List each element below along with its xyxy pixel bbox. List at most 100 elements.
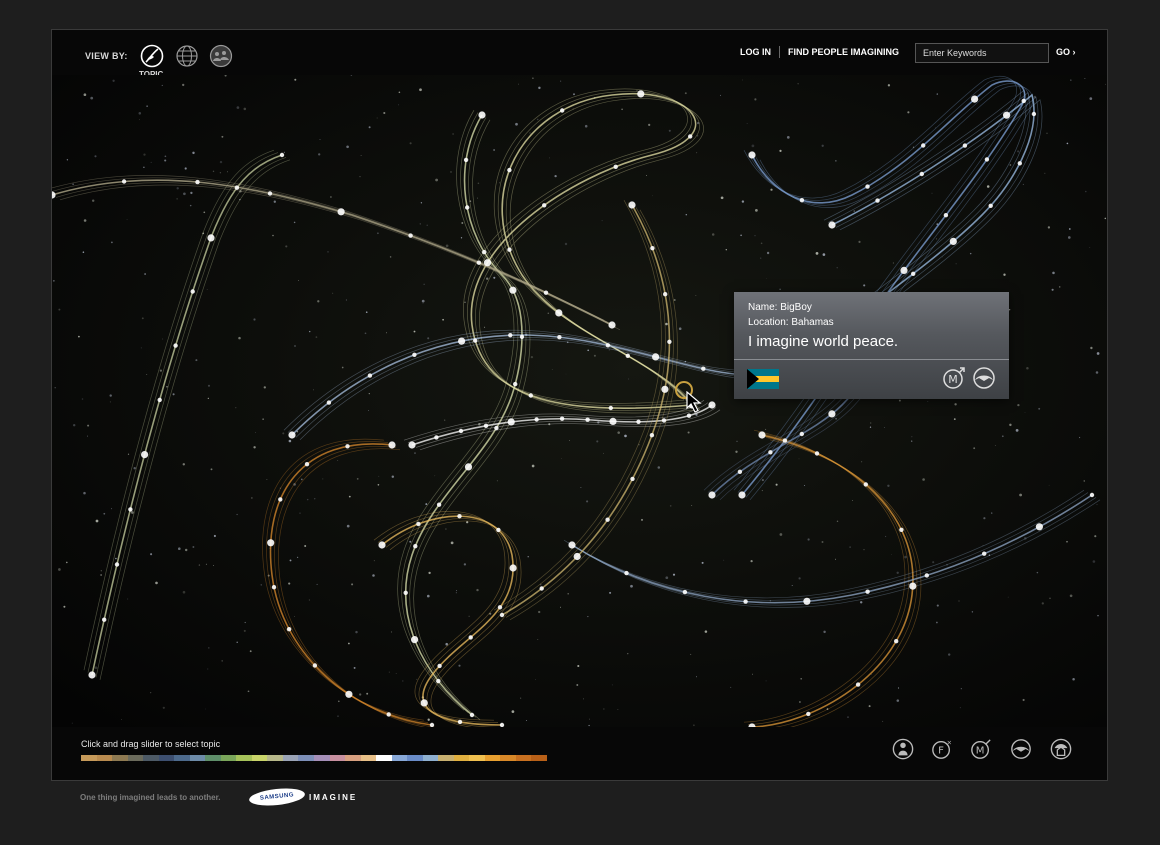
imagination-node[interactable]: [312, 663, 318, 668]
slider-segment[interactable]: [127, 755, 144, 761]
imagination-node[interactable]: [865, 184, 870, 189]
imagination-node[interactable]: [386, 712, 391, 717]
imagination-node[interactable]: [982, 551, 987, 556]
imagination-node[interactable]: [468, 635, 473, 640]
imagination-node[interactable]: [828, 410, 836, 418]
slider-segment[interactable]: [438, 755, 454, 761]
people-icon[interactable]: [209, 44, 233, 68]
imagination-node[interactable]: [482, 249, 487, 255]
imagination-node[interactable]: [509, 286, 517, 294]
imagination-node[interactable]: [507, 167, 512, 173]
imagination-node[interactable]: [971, 95, 979, 103]
imagination-node[interactable]: [434, 435, 439, 440]
imagination-node[interactable]: [457, 719, 463, 725]
person-icon[interactable]: [892, 738, 914, 760]
imagination-node[interactable]: [286, 627, 292, 632]
imagination-node[interactable]: [738, 491, 746, 499]
samsung-logo[interactable]: SAMSUNG: [248, 786, 306, 808]
imagination-node[interactable]: [102, 617, 107, 622]
imagination-node[interactable]: [828, 221, 836, 229]
imagination-node[interactable]: [605, 343, 611, 348]
imagination-node[interactable]: [758, 431, 766, 439]
imagination-node[interactable]: [708, 401, 716, 409]
globe-icon[interactable]: [175, 44, 199, 68]
imagination-node[interactable]: [271, 585, 277, 590]
imagination-node[interactable]: [408, 441, 416, 449]
imagination-node[interactable]: [911, 271, 916, 276]
imagination-node[interactable]: [499, 612, 505, 618]
imagination-node[interactable]: [508, 333, 513, 338]
imagination-node[interactable]: [408, 233, 413, 238]
imagination-node[interactable]: [1031, 111, 1037, 117]
imagination-visualization[interactable]: Name: BigBoy Location: Bahamas I imagine…: [52, 75, 1107, 727]
imagination-node[interactable]: [190, 289, 195, 294]
imagination-node[interactable]: [543, 290, 549, 295]
imagination-node[interactable]: [909, 582, 917, 590]
slider-segment[interactable]: [251, 755, 268, 761]
imagination-node[interactable]: [463, 157, 469, 163]
imagination-node[interactable]: [682, 589, 688, 595]
imagination-node[interactable]: [637, 90, 645, 98]
slider-segment[interactable]: [81, 755, 97, 761]
imagination-node[interactable]: [457, 514, 462, 519]
imagination-node[interactable]: [555, 309, 563, 317]
imagination-node[interactable]: [650, 246, 655, 251]
imagination-node[interactable]: [288, 431, 296, 439]
slider-segment[interactable]: [376, 755, 392, 761]
imagination-node[interactable]: [278, 497, 283, 502]
imagination-node[interactable]: [636, 419, 641, 424]
slider-segment[interactable]: [313, 755, 330, 761]
share-icon[interactable]: [972, 366, 996, 390]
female-icon[interactable]: F ×: [931, 738, 953, 760]
imagination-node[interactable]: [573, 552, 581, 561]
imagination-node[interactable]: [416, 521, 421, 527]
imagination-node[interactable]: [469, 712, 475, 718]
imagination-node[interactable]: [649, 433, 655, 438]
imagination-node[interactable]: [613, 164, 618, 169]
imagination-node[interactable]: [652, 353, 660, 361]
login-link[interactable]: LOG IN: [740, 47, 771, 57]
slider-segment[interactable]: [143, 755, 159, 761]
imagination-node[interactable]: [494, 425, 499, 431]
imagination-node[interactable]: [267, 539, 275, 547]
imagination-node[interactable]: [121, 179, 127, 184]
imagination-node[interactable]: [560, 108, 565, 113]
imagination-node[interactable]: [663, 292, 668, 297]
imagination-node[interactable]: [304, 462, 310, 467]
imagination-node[interactable]: [542, 203, 547, 208]
imagination-node[interactable]: [894, 639, 899, 644]
slider-segment[interactable]: [174, 755, 190, 761]
imagination-node[interactable]: [701, 366, 706, 371]
slider-segment[interactable]: [236, 755, 252, 761]
slider-segment[interactable]: [189, 755, 206, 761]
imagination-node[interactable]: [128, 507, 133, 512]
imagination-node[interactable]: [507, 418, 515, 426]
imagination-node[interactable]: [195, 179, 200, 185]
imagination-node[interactable]: [661, 385, 669, 393]
imagination-node[interactable]: [630, 476, 635, 482]
slider-segment[interactable]: [112, 755, 128, 761]
imagination-node[interactable]: [267, 191, 273, 196]
imagination-node[interactable]: [496, 527, 501, 533]
male-icon[interactable]: M: [970, 738, 992, 760]
imagination-node[interactable]: [378, 541, 386, 549]
slider-segment[interactable]: [205, 755, 221, 761]
slider-segment[interactable]: [298, 755, 314, 761]
imagination-node[interactable]: [483, 423, 489, 428]
imagination-node[interactable]: [234, 185, 240, 190]
imagination-node[interactable]: [513, 381, 518, 387]
slider-segment[interactable]: [422, 755, 439, 761]
imagination-node[interactable]: [88, 671, 96, 679]
slider-segment[interactable]: [469, 755, 485, 761]
go-button[interactable]: GO ›: [1056, 47, 1076, 57]
imagination-node[interactable]: [476, 260, 482, 265]
imagination-node[interactable]: [708, 491, 716, 499]
slider-segment[interactable]: [329, 755, 346, 761]
imagination-node[interactable]: [661, 418, 667, 423]
topic-icon[interactable]: [140, 44, 164, 68]
slider-segment[interactable]: [267, 755, 283, 761]
imagination-node[interactable]: [949, 237, 957, 245]
imagination-node[interactable]: [420, 699, 428, 707]
imagination-node[interactable]: [337, 208, 345, 216]
imagination-node[interactable]: [1017, 161, 1022, 166]
